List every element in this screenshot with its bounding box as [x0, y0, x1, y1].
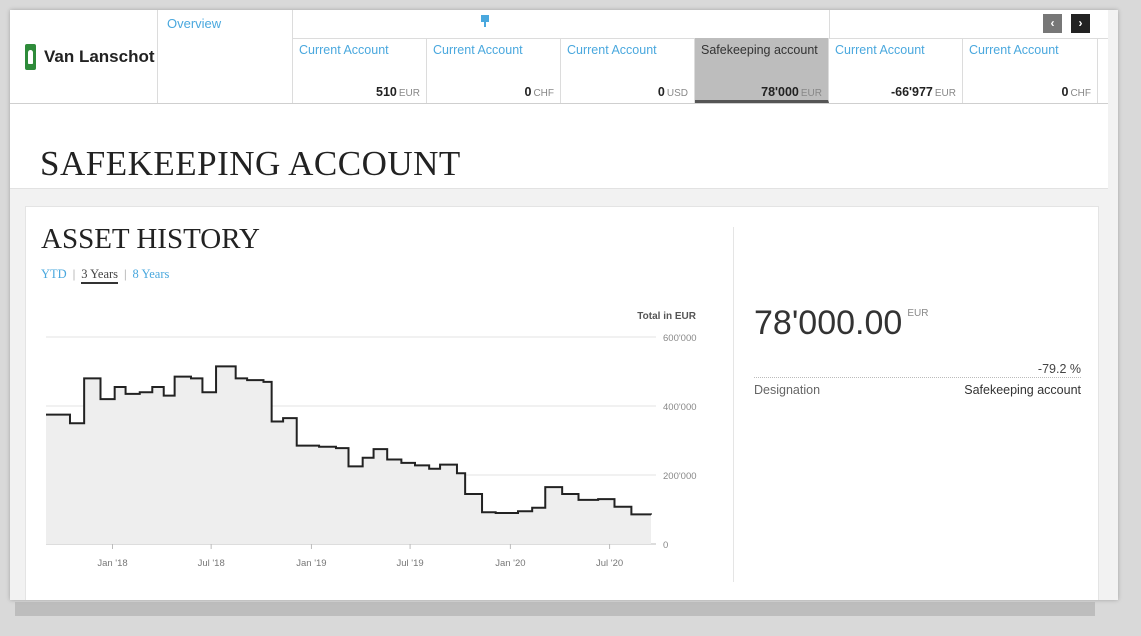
account-tab[interactable]: Current Account 510 EUR — [293, 38, 427, 103]
divider — [733, 227, 734, 582]
balance-amount: 510 — [376, 85, 397, 99]
y-tick-label: 400'000 — [663, 402, 697, 413]
x-tick-label: Jul '19 — [397, 558, 424, 569]
divider — [754, 377, 1081, 378]
range-3-years[interactable]: 3 Years — [81, 267, 119, 284]
range-separator: | — [72, 267, 76, 281]
total-value-amount: 78'000.00 — [754, 304, 903, 342]
overview-link[interactable]: Overview — [167, 16, 221, 31]
account-tab[interactable]: Current Account 0 USD — [561, 38, 695, 103]
pin-row: ‹ › — [293, 10, 1108, 39]
account-name: Safekeeping account — [701, 43, 818, 57]
range-8-years[interactable]: 8 Years — [133, 267, 170, 281]
page-header: SAFEKEEPING ACCOUNT — [10, 104, 1108, 189]
designation-value: Safekeeping account — [964, 383, 1081, 397]
account-name: Current Account — [969, 43, 1059, 57]
x-tick-label: Jul '18 — [198, 558, 225, 569]
y-axis-label: Total in EUR — [637, 311, 696, 322]
x-tick-label: Jan '19 — [296, 558, 326, 569]
account-balance: 0 USD — [658, 85, 688, 99]
account-tab[interactable]: Current Account 0 CHF — [427, 38, 561, 103]
page-title: SAFEKEEPING ACCOUNT — [40, 144, 461, 183]
divider — [829, 10, 830, 38]
account-balance: 78'000 EUR — [761, 85, 822, 99]
overview-cell: Overview — [158, 10, 293, 103]
account-tab-selected[interactable]: Safekeeping account 78'000 EUR — [695, 38, 829, 103]
x-tick-label: Jan '18 — [97, 558, 127, 569]
app-window: Van Lanschot Overview ‹ › Current Accoun… — [10, 10, 1118, 600]
asset-history-chart: 600'000 400'000 200'000 0 Total in EUR Jan '1… — [46, 311, 697, 569]
designation-label: Designation — [754, 383, 821, 397]
tree-logo-icon — [25, 43, 36, 70]
scrollbar-track[interactable] — [15, 602, 1095, 616]
account-name: Current Account — [299, 43, 389, 57]
account-tab[interactable]: Current Account 0 CHF — [963, 38, 1098, 103]
brand-logo[interactable]: Van Lanschot — [10, 10, 158, 103]
balance-amount: 78'000 — [761, 85, 799, 99]
account-bar: Van Lanschot Overview ‹ › Current Accoun… — [10, 10, 1108, 104]
y-tick-label: 200'000 — [663, 471, 697, 482]
y-tick-label: 0 — [663, 540, 668, 551]
range-selector: YTD | 3 Years | 8 Years — [41, 267, 170, 284]
total-value-currency: EUR — [907, 308, 929, 319]
range-ytd[interactable]: YTD — [41, 267, 67, 281]
balance-amount: -66'977 — [890, 85, 933, 99]
total-value: 78'000.00 EUR — [754, 304, 928, 343]
section-title: ASSET HISTORY — [41, 223, 260, 255]
range-separator: | — [124, 267, 127, 281]
account-name: Current Account — [567, 43, 657, 57]
balance-currency: CHF — [1070, 88, 1091, 99]
balance-currency: CHF — [533, 88, 554, 99]
x-tick-label: Jan '20 — [495, 558, 525, 569]
next-accounts-button[interactable]: › — [1071, 14, 1090, 33]
account-balance: 510 EUR — [376, 85, 420, 99]
account-balance: 0 CHF — [1061, 85, 1091, 99]
balance-amount: 0 — [657, 85, 665, 99]
account-tab[interactable]: Current Account -66'977 EUR — [829, 38, 963, 103]
account-name: Current Account — [835, 43, 925, 57]
x-tick-label: Jul '20 — [596, 558, 623, 569]
balance-currency: EUR — [398, 88, 420, 99]
account-balance: 0 CHF — [524, 85, 554, 99]
balance-amount: 0 — [1061, 85, 1069, 99]
balance-currency: EUR — [800, 88, 822, 99]
pin-icon[interactable] — [480, 15, 490, 27]
asset-history-card: ASSET HISTORY YTD | 3 Years | 8 Years 600'00… — [25, 206, 1099, 600]
y-tick-label: 600'000 — [663, 333, 697, 344]
performance-change: -79.2 % — [1037, 362, 1081, 376]
balance-currency: USD — [666, 88, 688, 99]
prev-accounts-button[interactable]: ‹ — [1043, 14, 1062, 33]
account-balance: -66'977 EUR — [891, 85, 956, 99]
brand-name: Van Lanschot — [44, 46, 155, 66]
account-name: Current Account — [433, 43, 523, 57]
balance-currency: EUR — [934, 88, 956, 99]
balance-amount: 0 — [524, 85, 532, 99]
